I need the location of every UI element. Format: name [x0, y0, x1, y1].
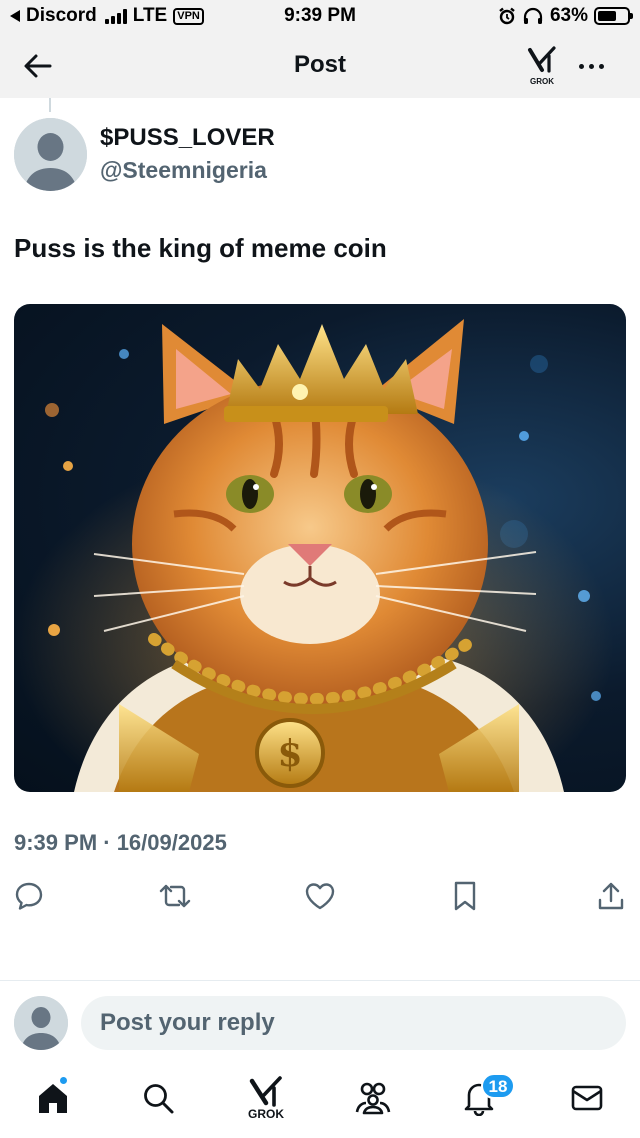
- nav-grok[interactable]: GROK: [244, 1072, 288, 1124]
- grok-label: GROK: [530, 77, 554, 86]
- svg-text:$: $: [277, 733, 302, 775]
- bookmark-icon: [454, 881, 476, 911]
- reply-icon: [15, 882, 43, 910]
- more-icon-dot: [578, 63, 584, 69]
- more-icon-dot: [588, 63, 594, 69]
- repost-icon: [159, 884, 191, 908]
- more-icon-dot: [598, 63, 604, 69]
- battery-percent: 63%: [549, 5, 588, 26]
- grok-button[interactable]: GROK: [524, 46, 560, 86]
- share-icon: [598, 882, 624, 910]
- nav-search[interactable]: [136, 1072, 180, 1124]
- reply-avatar: [14, 996, 68, 1050]
- more-button[interactable]: [574, 54, 608, 78]
- post-text: Puss is the king of meme coin: [14, 233, 387, 263]
- reply-button[interactable]: [12, 879, 46, 913]
- home-unread-dot: [58, 1075, 69, 1086]
- like-icon: [305, 883, 335, 910]
- author-display-name[interactable]: $PUSS_LOVER: [100, 124, 275, 152]
- reply-input[interactable]: [81, 996, 626, 1050]
- grok-icon: [249, 1076, 282, 1107]
- author-handle[interactable]: @Steemnigeria: [100, 157, 267, 184]
- share-button[interactable]: [594, 879, 628, 913]
- communities-icon: [355, 1082, 391, 1115]
- like-button[interactable]: [303, 879, 337, 913]
- nav-communities[interactable]: [351, 1072, 395, 1124]
- bookmark-button[interactable]: [448, 879, 482, 913]
- grok-nav-label: GROK: [248, 1107, 284, 1121]
- search-icon: [144, 1084, 174, 1114]
- battery-icon: [594, 7, 633, 25]
- headphones-icon: [523, 7, 543, 24]
- divider: [0, 980, 640, 981]
- status-bar: Discord LTE VPN 9:39 PM 63%: [0, 0, 640, 34]
- repost-button[interactable]: [158, 879, 192, 913]
- notifications-badge: 18: [481, 1073, 515, 1099]
- crowned-cat-illustration: $: [14, 319, 614, 792]
- default-avatar-icon: [14, 118, 87, 191]
- post-timestamp: 9:39 PM · 16/09/2025: [14, 830, 227, 855]
- grok-icon: [528, 46, 556, 73]
- author-avatar[interactable]: [14, 118, 87, 191]
- alarm-icon: [499, 7, 515, 25]
- thread-line: [49, 98, 51, 112]
- messages-icon: [571, 1085, 603, 1111]
- post-image[interactable]: $: [14, 304, 626, 792]
- post-header: Post GROK: [0, 34, 640, 98]
- nav-messages[interactable]: [565, 1072, 609, 1124]
- default-avatar-icon: [14, 996, 68, 1050]
- battery-fill: [598, 11, 616, 21]
